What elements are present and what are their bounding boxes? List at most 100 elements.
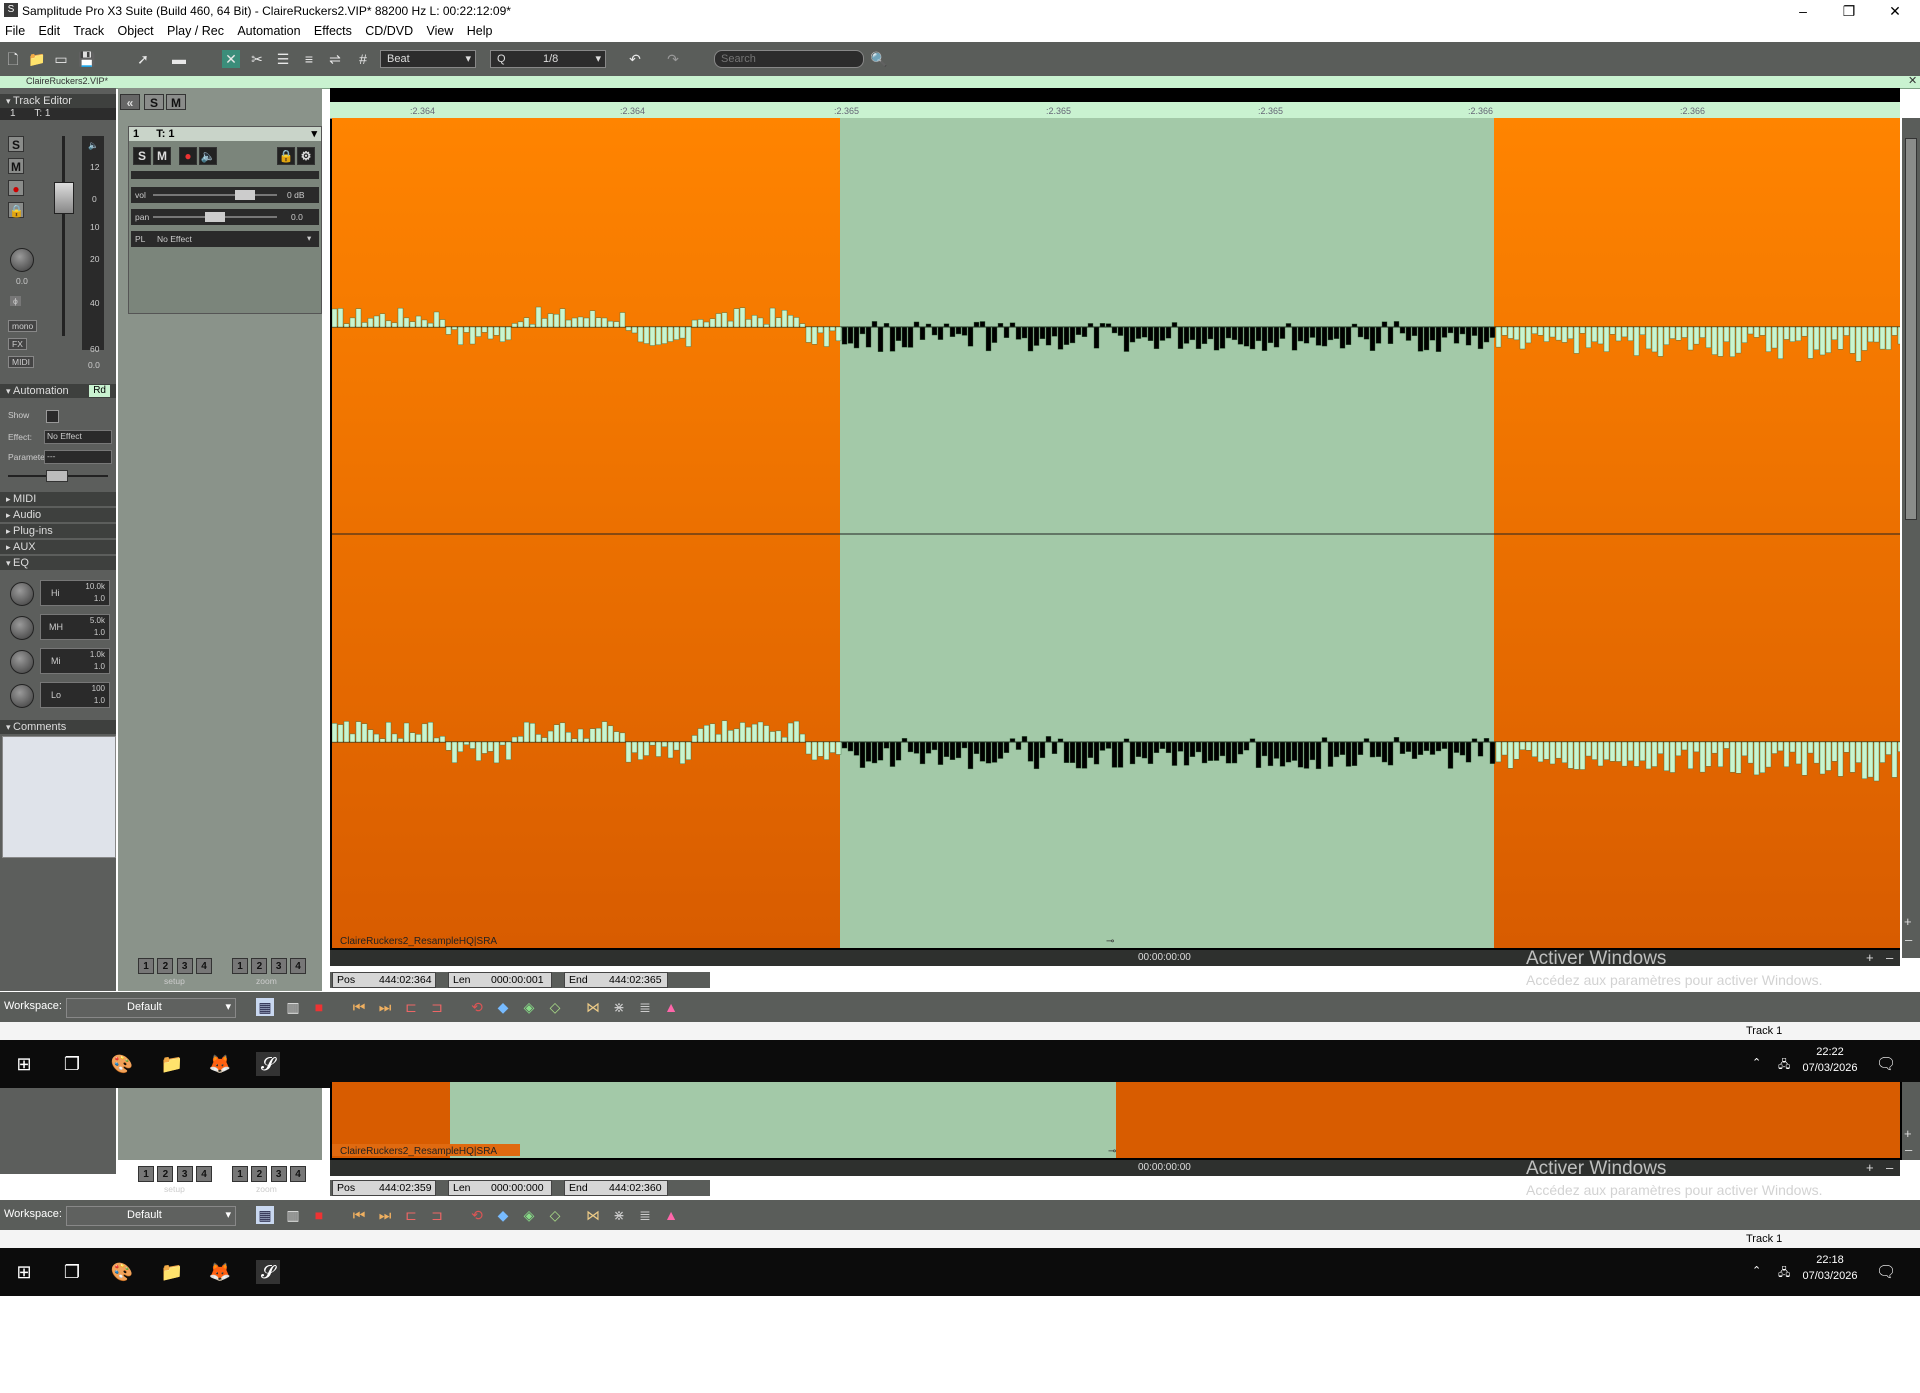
minimize-button[interactable]: – [1780,0,1826,22]
track-solo-button[interactable]: S [133,147,151,165]
h-zoom-out-icon[interactable]: – [1886,950,1893,965]
paint-icon[interactable]: 🎨 [110,1260,134,1284]
track-record-icon[interactable]: ● [179,147,197,165]
network-icon[interactable]: 🖧 [1778,1056,1790,1075]
tracks-tool-icon[interactable]: ☰ [274,50,292,68]
workspace-select[interactable]: Default ▾ [66,998,236,1018]
open-folder-icon[interactable]: 📁 [28,50,46,68]
crossfade-tool-icon[interactable]: ✕ [222,50,240,68]
volume-slider[interactable]: vol 0 dB [131,187,319,203]
save-icon[interactable]: 💾 [78,50,96,68]
menu-file[interactable]: File [0,22,30,40]
quantize-select[interactable]: Q 1/8 ▾ [490,50,606,68]
lower-vertical-scrollbar[interactable]: + – [1902,1082,1920,1160]
redo-icon[interactable]: ↷ [664,50,682,68]
record-monitor-icon[interactable]: ■ [310,998,328,1016]
comments-box[interactable] [2,736,116,858]
audio-object-waveform[interactable]: ClaireRuckers2_ResampleHQ|SRA ⊸ [332,118,1900,948]
windows-start-icon[interactable]: ⊞ [12,1052,36,1076]
firefox-icon[interactable]: 🦊 [208,1260,232,1284]
range-selection[interactable] [840,118,1494,948]
split-tool-icon[interactable]: ✂ [248,50,266,68]
open-project-icon[interactable]: ▭ [52,50,70,68]
spectrum-icon[interactable]: ▲ [662,1206,680,1224]
lower-workspace-select[interactable]: Default ▾ [66,1206,236,1226]
marker-out-icon[interactable]: ⊐ [428,1206,446,1224]
track-1-header[interactable]: 1 T: 1 ▾ S M ● 🔈 🔒 ⚙ vol 0 dB pan 0.0 PL… [128,126,322,314]
phase-icon[interactable]: ϕ [10,296,21,306]
zoom-button-3[interactable]: 3 [270,958,287,974]
lock-icon[interactable]: 🔒 [8,202,24,218]
zoom-button-1[interactable]: 1 [232,1166,248,1182]
notification-icon[interactable]: 🗨 [1876,1262,1896,1282]
menu-cd-dvd[interactable]: CD/DVD [360,22,418,40]
object-handle-icon[interactable]: ⊸ [1106,936,1114,947]
setup-button-3[interactable]: 3 [176,958,193,974]
global-solo-button[interactable]: S [144,94,164,110]
track-settings-icon[interactable]: ⚙ [297,147,315,165]
menu-automation[interactable]: Automation [232,22,305,40]
collapse-icon[interactable]: « [120,94,140,110]
len-field[interactable]: Len 000:00:001 [448,972,552,988]
track-monitor-icon[interactable]: 🔈 [199,147,217,165]
list-icon[interactable]: ≣ [636,1206,654,1224]
setup-button-2[interactable]: 2 [157,958,174,974]
track-lock-icon[interactable]: 🔒 [277,147,295,165]
section-aux[interactable]: AUX [0,540,116,554]
scroll-thumb[interactable] [1905,138,1917,520]
list-icon[interactable]: ≣ [636,998,654,1016]
clock[interactable]: 22:18 07/03/2026 [1800,1254,1860,1282]
vertical-scrollbar[interactable]: + – [1902,118,1920,958]
pan-slider[interactable]: pan 0.0 [131,209,319,225]
search-icon[interactable]: 🔍 [870,50,888,68]
automation-mode-badge[interactable]: Rd [89,385,110,397]
file-explorer-icon[interactable]: 📁 [160,1052,184,1076]
setup-button-2[interactable]: 2 [157,1166,174,1182]
effect-select[interactable]: No Effect [44,430,112,444]
spectrum-icon[interactable]: ▲ [662,998,680,1016]
close-project-icon[interactable]: ✕ [1908,74,1917,87]
eq-mi-knob[interactable] [10,650,34,674]
network-icon[interactable]: 🖧 [1778,1264,1790,1283]
time-ruler[interactable]: :2.364 :2.364 :2.365 :2.365 :2.365 :2.36… [330,102,1900,119]
zoom-out-icon[interactable]: – [1905,932,1912,947]
pan-handle[interactable] [205,212,225,222]
lower-pos-field[interactable]: Pos 444:02:359 [332,1180,436,1196]
paint-icon[interactable]: 🎨 [110,1052,134,1076]
h-zoom-in-icon[interactable]: + [1866,950,1874,965]
lower-range-selection[interactable] [450,1082,1116,1158]
menu-play-rec[interactable]: Play / Rec [162,22,229,40]
plugin-select[interactable]: PL No Effect ▾ [131,231,319,247]
lower-zoom-in-icon[interactable]: + [1904,1126,1912,1141]
eq-hi-knob[interactable] [10,582,34,606]
lower-h-zoom-out-icon[interactable]: – [1886,1160,1893,1175]
menu-view[interactable]: View [422,22,459,40]
transport-forward-icon[interactable]: ⏭ [376,998,394,1016]
align-tool-icon[interactable]: ≡ [300,50,318,68]
solo-button[interactable]: S [8,136,24,152]
section-plugins[interactable]: Plug-ins [0,524,116,538]
menu-edit[interactable]: Edit [34,22,66,40]
zoom-button-1[interactable]: 1 [232,958,248,974]
section-eq[interactable]: EQ [0,556,116,570]
lower-object-handle-icon[interactable]: ⊸ [1108,1146,1116,1157]
layout-icon[interactable]: ▦ [256,998,274,1016]
mono-button[interactable]: mono [8,320,38,332]
menu-object[interactable]: Object [113,22,159,40]
setup-button-4[interactable]: 4 [196,958,213,974]
snap-icon[interactable]: ◈ [520,998,538,1016]
vol-handle[interactable] [235,190,255,200]
lower-zoom-out-icon[interactable]: – [1905,1142,1912,1157]
task-view-icon[interactable]: ❐ [60,1260,84,1284]
eq-lo-knob[interactable] [10,684,34,708]
lower-len-field[interactable]: Len 000:00:000 [448,1180,552,1196]
range-tool-icon[interactable]: ▬ [170,50,188,68]
comments-header[interactable]: Comments [0,720,116,734]
track-mute-button[interactable]: M [153,147,171,165]
global-mute-button[interactable]: M [166,94,186,110]
new-file-icon[interactable]: 🗋 [4,50,22,68]
crossfade-icon[interactable]: ⋇ [610,1206,628,1224]
notification-icon[interactable]: 🗨 [1876,1054,1896,1074]
punch-icon[interactable]: ◆ [494,998,512,1016]
setup-button-3[interactable]: 3 [176,1166,193,1182]
